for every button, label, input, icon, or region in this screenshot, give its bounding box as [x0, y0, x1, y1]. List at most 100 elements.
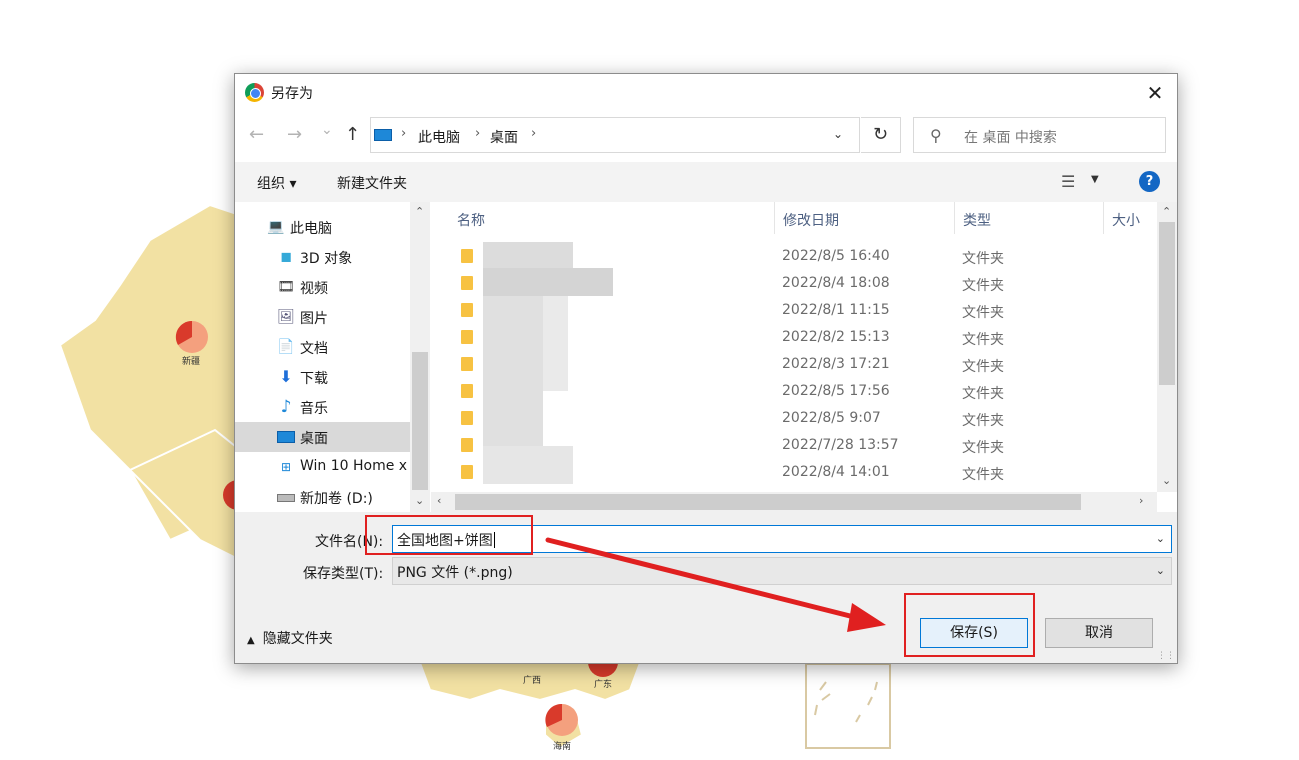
computer-icon: [374, 129, 392, 141]
organize-button[interactable]: 组织 ▾: [257, 173, 296, 193]
forward-arrow-icon[interactable]: →: [287, 124, 302, 145]
recent-locations-icon[interactable]: ⌄: [321, 122, 333, 138]
breadcrumb-desktop[interactable]: 桌面: [490, 127, 518, 147]
chevron-up-icon: ▲: [247, 635, 255, 646]
filetype-label: 保存类型(T):: [303, 566, 384, 582]
file-type: 文件夹: [962, 413, 1004, 429]
chevron-down-icon[interactable]: ⌄: [833, 127, 843, 141]
search-input[interactable]: ⚲ 在 桌面 中搜索: [913, 117, 1166, 153]
file-type: 文件夹: [962, 332, 1004, 348]
scroll-left-icon[interactable]: ‹: [437, 494, 441, 507]
cube-icon: ◼: [280, 249, 292, 265]
nav-item-music[interactable]: ♪ 音乐: [235, 392, 410, 422]
nav-item-documents[interactable]: 📄 文档: [235, 332, 410, 362]
scrollbar-thumb[interactable]: [455, 494, 1081, 510]
file-date: 2022/8/1 11:15: [782, 302, 890, 318]
nav-item-downloads[interactable]: ⬇ 下载: [235, 362, 410, 392]
filetype-select[interactable]: PNG 文件 (*.png) ⌄: [392, 557, 1172, 585]
folder-icon: [461, 303, 473, 317]
search-placeholder: 在 桌面 中搜索: [964, 130, 1057, 146]
nav-item-pictures[interactable]: 🖼 图片: [235, 302, 410, 332]
file-list-vertical-scrollbar[interactable]: ⌃ ⌄: [1157, 202, 1177, 492]
nav-item-desktop[interactable]: 桌面: [235, 422, 410, 452]
column-header-date[interactable]: 修改日期: [783, 210, 839, 230]
map-label-guangdong: 广东: [594, 680, 613, 690]
nav-item-label: 文档: [300, 341, 328, 357]
nav-item-this-pc[interactable]: 💻 此电脑: [235, 212, 410, 242]
nav-item-drive-d[interactable]: 新加卷 (D:): [235, 482, 410, 512]
nav-item-label: 视频: [300, 281, 328, 297]
breadcrumb-this-pc[interactable]: 此电脑: [418, 127, 460, 147]
scroll-down-icon[interactable]: ⌄: [1162, 474, 1171, 487]
address-bar[interactable]: › 此电脑 › 桌面 › ⌄: [370, 117, 860, 153]
up-arrow-icon[interactable]: ↑: [345, 124, 360, 145]
pie-xinjiang: [175, 320, 208, 353]
breadcrumb-separator[interactable]: ›: [401, 126, 406, 141]
nav-pane-scrollbar[interactable]: ⌃ ⌄: [410, 202, 430, 512]
navigation-pane: 💻 此电脑 ◼ 3D 对象 🎞 视频 🖼 图片 📄 文档 ⬇ 下载 ♪ 音乐 桌…: [235, 202, 430, 512]
column-divider[interactable]: [954, 202, 955, 234]
scroll-up-icon[interactable]: ⌃: [415, 205, 424, 218]
search-icon: ⚲: [930, 126, 942, 145]
column-header-type[interactable]: 类型: [963, 210, 991, 230]
hide-folders-label: 隐藏文件夹: [262, 631, 333, 647]
redacted-name: [543, 296, 568, 391]
nav-item-label: 此电脑: [290, 221, 332, 237]
chevron-down-icon[interactable]: ⌄: [1156, 564, 1165, 577]
resize-grip-icon[interactable]: ⋮⋮: [1157, 651, 1175, 661]
file-list-horizontal-scrollbar[interactable]: ‹ ›: [431, 492, 1157, 512]
title-bar: 另存为 ✕: [235, 74, 1177, 112]
folder-icon: [461, 249, 473, 263]
file-type: 文件夹: [962, 251, 1004, 267]
nav-item-label: 新加卷 (D:): [300, 491, 373, 507]
breadcrumb-separator[interactable]: ›: [475, 126, 480, 141]
scroll-right-icon[interactable]: ›: [1139, 494, 1143, 507]
file-date: 2022/7/28 13:57: [782, 437, 899, 453]
file-type: 文件夹: [962, 359, 1004, 375]
nav-item-videos[interactable]: 🎞 视频: [235, 272, 410, 302]
chrome-icon: [245, 83, 264, 102]
column-header-name[interactable]: 名称: [457, 210, 485, 230]
scroll-down-icon[interactable]: ⌄: [415, 494, 424, 507]
nav-item-windows-drive[interactable]: ⊞ Win 10 Home x: [235, 452, 410, 482]
computer-icon: 💻: [267, 219, 285, 235]
music-icon: ♪: [280, 397, 292, 417]
file-type: 文件夹: [962, 386, 1004, 402]
nav-item-label: 桌面: [300, 431, 328, 447]
cancel-button[interactable]: 取消: [1045, 618, 1153, 648]
column-header-size[interactable]: 大小: [1112, 210, 1140, 230]
file-type: 文件夹: [962, 440, 1004, 456]
filetype-value: PNG 文件 (*.png): [397, 565, 513, 581]
redacted-name: [483, 268, 613, 296]
drive-icon: [277, 488, 295, 506]
view-dropdown-icon[interactable]: ▼: [1091, 174, 1099, 185]
scrollbar-thumb[interactable]: [412, 352, 428, 490]
desktop-icon: [277, 428, 295, 446]
nav-item-label: Win 10 Home x: [300, 458, 408, 474]
file-list: ⌃ 名称 修改日期 类型 大小 2022/8/5 16:40 文件夹 2022/…: [431, 202, 1177, 512]
help-icon[interactable]: ?: [1139, 171, 1160, 192]
back-arrow-icon[interactable]: ←: [249, 124, 264, 145]
new-folder-button[interactable]: 新建文件夹: [337, 173, 407, 193]
nav-item-3d-objects[interactable]: ◼ 3D 对象: [235, 242, 410, 272]
annotation-box-filename: [365, 515, 533, 555]
breadcrumb-separator[interactable]: ›: [531, 126, 536, 141]
chevron-down-icon[interactable]: ⌄: [1156, 532, 1165, 545]
document-icon: 📄: [277, 339, 295, 355]
folder-icon: [461, 357, 473, 371]
scrollbar-thumb[interactable]: [1159, 222, 1175, 385]
column-divider[interactable]: [774, 202, 775, 234]
redacted-name: [483, 242, 573, 268]
map-label-xinjiang: 新疆: [182, 357, 201, 367]
refresh-button[interactable]: ↻: [861, 117, 901, 153]
nav-item-label: 音乐: [300, 401, 328, 417]
map-label-hainan: 海南: [553, 742, 572, 752]
nav-item-label: 3D 对象: [300, 251, 353, 267]
dialog-title: 另存为: [271, 86, 313, 102]
column-divider[interactable]: [1103, 202, 1104, 234]
scroll-up-icon[interactable]: ⌃: [1162, 205, 1171, 218]
view-options-icon[interactable]: ☰: [1061, 172, 1075, 191]
close-button[interactable]: ✕: [1133, 74, 1177, 112]
save-as-dialog: 另存为 ✕ ← → ⌄ ↑ › 此电脑 › 桌面 › ⌄ ↻ ⚲ 在 桌面 中搜…: [234, 73, 1178, 664]
hide-folders-toggle[interactable]: ▲ 隐藏文件夹: [247, 628, 333, 648]
